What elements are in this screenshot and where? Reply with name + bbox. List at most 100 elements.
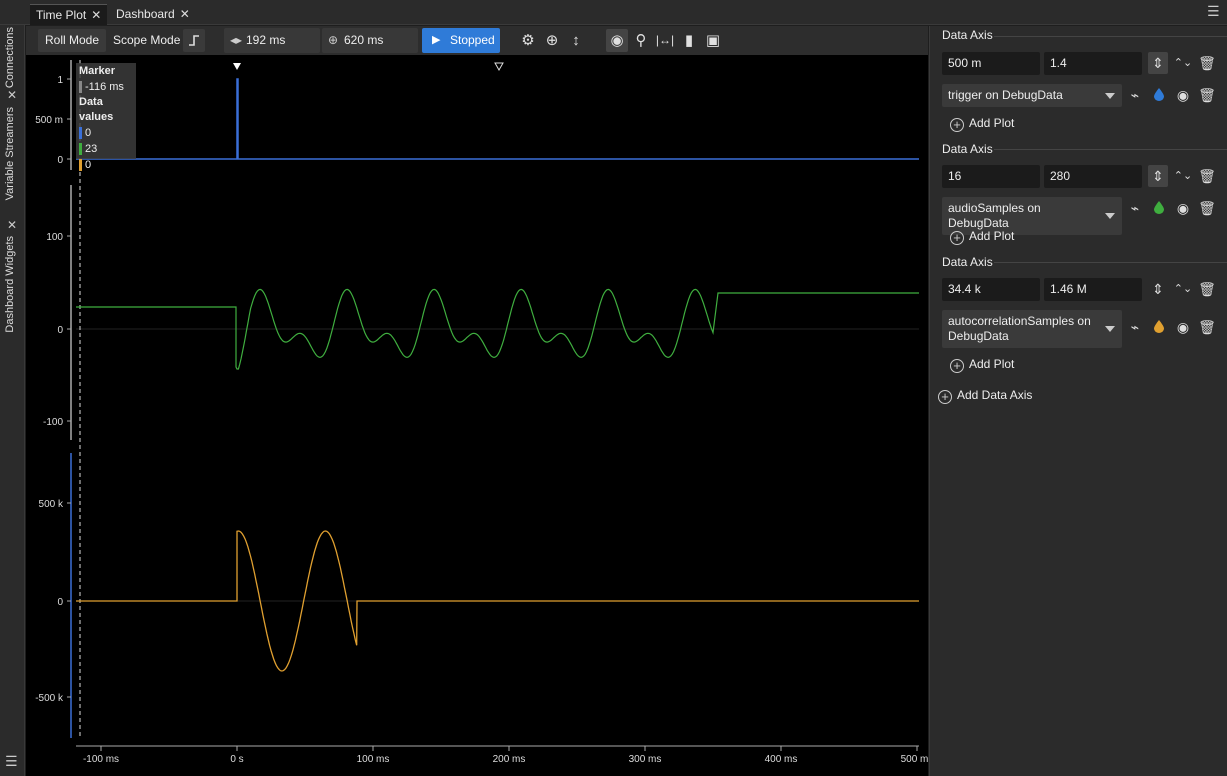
- gear-icon[interactable]: ⚙: [517, 29, 539, 52]
- axis-max-field[interactable]: 280: [1044, 165, 1142, 188]
- line-chart-icon[interactable]: ⌁: [1125, 316, 1145, 338]
- plus-circle-icon: +: [950, 359, 964, 373]
- color-drop-icon[interactable]: [1154, 320, 1164, 333]
- time-plot-area[interactable]: 1 500 m 0 100 0 -100 500 k 0 -500 k -100 ms 0 s 100…: [26, 55, 928, 776]
- vertical-arrows-icon[interactable]: ↕: [565, 29, 587, 52]
- sidebar-item-connections[interactable]: Connections: [4, 27, 16, 88]
- autoscale-icon[interactable]: ⇕: [1148, 52, 1168, 74]
- tab-time-plot[interactable]: Time Plot ✕: [30, 4, 108, 25]
- axis-max-field[interactable]: 1.4: [1044, 52, 1142, 75]
- data-axis-header: Data Axis: [942, 28, 993, 42]
- add-plot-label: Add Plot: [969, 229, 1015, 243]
- axis-min-field[interactable]: 500 m: [942, 52, 1040, 75]
- marker-time-row: -116 ms: [79, 79, 133, 95]
- menu-icon[interactable]: ☰: [5, 753, 18, 770]
- color-drop-icon[interactable]: [1154, 201, 1164, 214]
- x-tick-label: -100 ms: [83, 754, 119, 765]
- close-icon[interactable]: ✕: [7, 218, 17, 232]
- add-circle-icon[interactable]: ⊕: [541, 29, 563, 52]
- add-plot-button[interactable]: + Add Plot: [950, 115, 1014, 132]
- autocorrelation-series: [76, 530, 919, 672]
- add-plot-button[interactable]: + Add Plot: [950, 356, 1014, 373]
- fit-width-icon[interactable]: |↔|: [654, 29, 676, 52]
- reorder-icon[interactable]: ⌃⌄: [1173, 52, 1193, 74]
- trash-icon[interactable]: 🗑: [1197, 278, 1217, 300]
- eye-icon[interactable]: ◉: [1173, 197, 1193, 219]
- rising-edge-icon: [189, 35, 199, 46]
- eye-icon[interactable]: ◉: [1173, 316, 1193, 338]
- x-tick-label: 0 s: [230, 754, 243, 765]
- marker-value: 23: [85, 143, 98, 155]
- y-tick-label: 100: [46, 232, 63, 243]
- time-span-field[interactable]: ◂▸ 192 ms: [224, 28, 320, 53]
- sidebar-item-variable-streamers[interactable]: Variable Streamers: [4, 107, 16, 200]
- trash-icon[interactable]: 🗑: [1197, 197, 1217, 219]
- trash-icon[interactable]: 🗑: [1197, 316, 1217, 338]
- y-tick-label: 500 m: [35, 115, 63, 126]
- autoscale-icon[interactable]: ⇕: [1148, 165, 1168, 187]
- plot-source-value: audioSamples on DebugData: [948, 201, 1041, 230]
- sidebar-item-dashboard-widgets[interactable]: Dashboard Widgets: [4, 236, 16, 333]
- menu-icon[interactable]: ☰: [1207, 4, 1220, 18]
- autoscale-icon[interactable]: ⇕: [1148, 278, 1168, 300]
- y-tick-label: -500 k: [35, 693, 64, 704]
- span-arrows-icon: ◂▸: [230, 33, 243, 47]
- trash-icon[interactable]: 🗑: [1197, 52, 1217, 74]
- data-axis-header: Data Axis: [942, 255, 993, 269]
- y-tick-label: 1: [57, 75, 63, 86]
- close-icon[interactable]: ✕: [180, 7, 190, 21]
- reorder-icon[interactable]: ⌃⌄: [1173, 278, 1193, 300]
- marker-value: 0: [85, 127, 92, 139]
- map-pin-icon[interactable]: ⚲: [630, 29, 652, 52]
- zoom-field[interactable]: ⊕ 620 ms: [322, 28, 418, 53]
- chevron-down-icon: [1105, 92, 1115, 99]
- zoom-icon: ⊕: [328, 33, 339, 47]
- add-plot-button[interactable]: + Add Plot: [950, 228, 1014, 245]
- zoom-value: 620 ms: [344, 33, 384, 47]
- add-data-axis-button[interactable]: + Add Data Axis: [938, 387, 1032, 404]
- line-chart-icon[interactable]: ⌁: [1125, 197, 1145, 219]
- plot-source-select[interactable]: trigger on DebugData: [942, 84, 1122, 107]
- tab-dashboard[interactable]: Dashboard ✕: [110, 4, 196, 25]
- play-icon: ▶: [432, 34, 441, 46]
- chevron-down-icon: [1105, 213, 1115, 219]
- battery-icon[interactable]: ▮: [678, 29, 700, 52]
- close-icon[interactable]: ✕: [7, 88, 17, 102]
- plot-source-select[interactable]: autocorrelationSamples on DebugData: [942, 310, 1122, 348]
- add-plot-label: Add Plot: [969, 116, 1015, 130]
- add-plot-label: Add Plot: [969, 357, 1015, 371]
- scope-mode-button[interactable]: Scope Mode: [106, 29, 187, 52]
- plus-circle-icon: +: [950, 118, 964, 132]
- y-tick-label: 0: [57, 597, 63, 608]
- trash-icon[interactable]: 🗑: [1197, 84, 1217, 106]
- axis-min-field[interactable]: 16: [942, 165, 1040, 188]
- marker-value-row: 23: [79, 141, 133, 157]
- trigger-edge-button[interactable]: [183, 29, 205, 52]
- plus-circle-icon: +: [950, 231, 964, 245]
- axis-min-field[interactable]: 34.4 k: [942, 278, 1040, 301]
- color-drop-icon[interactable]: [1154, 88, 1164, 101]
- y-tick-label: 0: [57, 325, 63, 336]
- stopped-button[interactable]: ▶ Stopped: [422, 28, 500, 53]
- divider: [994, 262, 1227, 263]
- close-icon[interactable]: ✕: [91, 8, 101, 22]
- side-panel-bar: Connections ✕ Variable Streamers ✕ Dashb…: [0, 25, 25, 776]
- archive-icon[interactable]: ▣: [702, 29, 724, 52]
- roll-mode-button[interactable]: Roll Mode: [38, 29, 107, 52]
- tab-bar: Time Plot ✕ Dashboard ✕ ☰: [0, 0, 1227, 25]
- eye-icon[interactable]: ◉: [1173, 84, 1193, 106]
- trash-icon[interactable]: 🗑: [1197, 165, 1217, 187]
- divider: [994, 149, 1227, 150]
- x-tick-label: 100 ms: [357, 754, 390, 765]
- y-tick-label: 500 k: [39, 499, 64, 510]
- time-span-value: 192 ms: [246, 33, 286, 47]
- marker-indicator: [494, 62, 504, 72]
- line-chart-icon[interactable]: ⌁: [1125, 84, 1145, 106]
- add-data-axis-label: Add Data Axis: [957, 388, 1033, 402]
- plot-canvas[interactable]: 1 500 m 0 100 0 -100 500 k 0 -500 k -100 ms 0 s 100…: [26, 55, 928, 776]
- reorder-icon[interactable]: ⌃⌄: [1173, 165, 1193, 187]
- x-tick-label: 300 ms: [629, 754, 662, 765]
- axis-max-field[interactable]: 1.46 M: [1044, 278, 1142, 301]
- marker-title: Marker: [79, 65, 116, 77]
- eye-icon[interactable]: ◉: [606, 29, 628, 52]
